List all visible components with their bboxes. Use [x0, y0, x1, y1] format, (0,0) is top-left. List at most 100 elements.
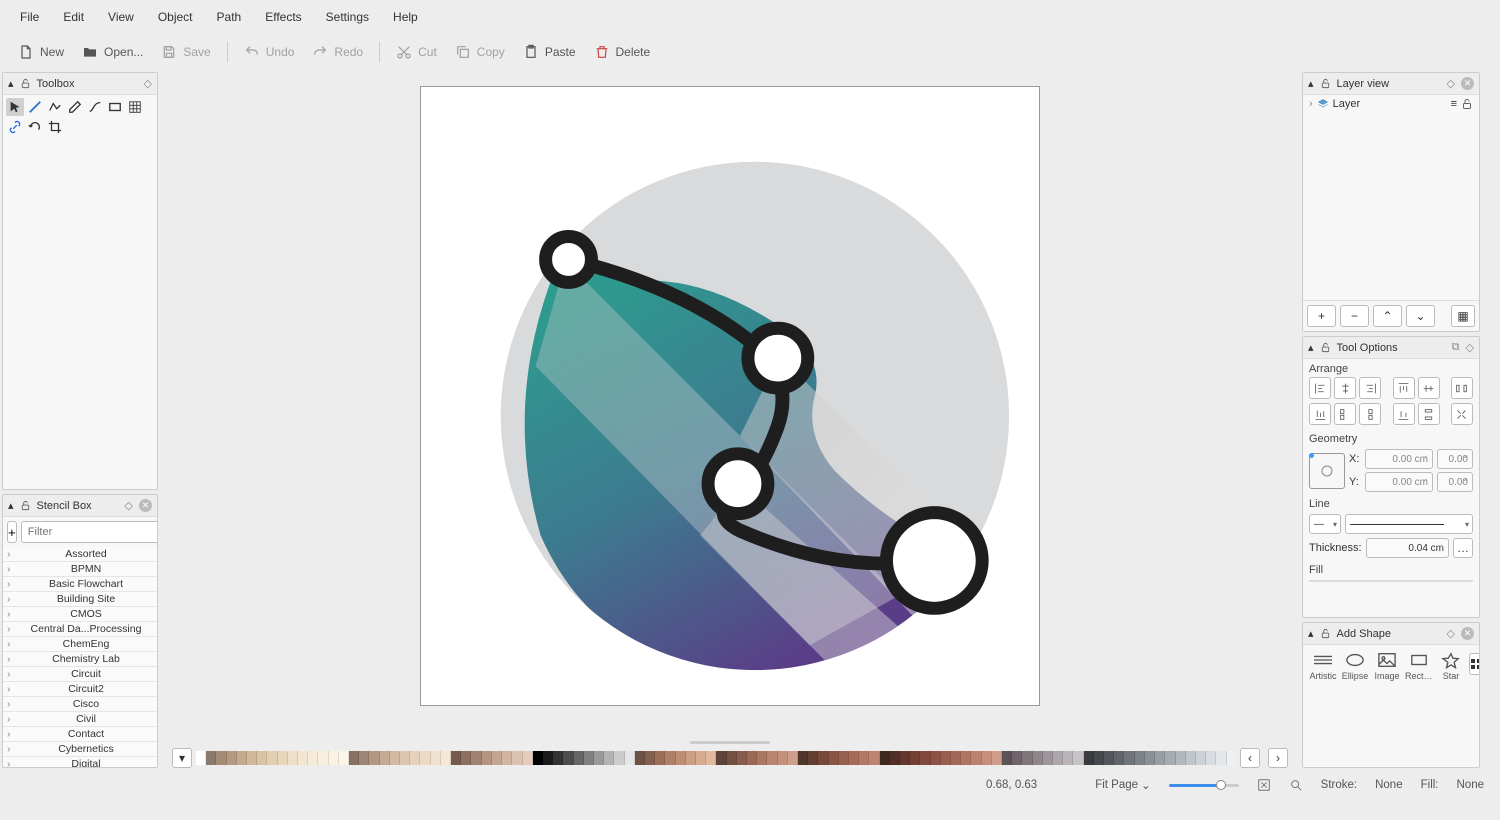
panel-menu-icon[interactable]: ◇ [125, 499, 133, 512]
swatch[interactable] [1196, 751, 1206, 765]
swatch[interactable] [931, 751, 941, 765]
swatch[interactable] [482, 751, 492, 765]
swatch[interactable] [1033, 751, 1043, 765]
swatch[interactable] [1216, 751, 1226, 765]
swatch[interactable] [318, 751, 328, 765]
stencil-item[interactable]: ›Central Da...Processing [3, 622, 157, 637]
swatch[interactable] [676, 751, 686, 765]
swatch[interactable] [1043, 751, 1053, 765]
collapse-icon[interactable]: ▴ [1308, 77, 1314, 90]
stencil-item[interactable]: ›Contact [3, 727, 157, 742]
align-top-button[interactable] [1393, 377, 1415, 399]
swatch[interactable] [737, 751, 747, 765]
w-input[interactable]: 0.00 [1437, 449, 1473, 469]
swatch[interactable] [227, 751, 237, 765]
menu-edit[interactable]: Edit [53, 4, 94, 30]
tool-crop[interactable] [46, 118, 64, 136]
stroke-value[interactable]: None [1375, 779, 1403, 791]
collapse-icon[interactable]: ▴ [1308, 341, 1314, 354]
collapse-icon[interactable]: ▴ [1308, 627, 1314, 640]
swatch[interactable] [267, 751, 277, 765]
layer-add-button[interactable]: + [1307, 305, 1336, 327]
open-button[interactable]: Open... [74, 39, 151, 65]
swatch[interactable] [961, 751, 971, 765]
swatch[interactable] [982, 751, 992, 765]
swatch[interactable] [818, 751, 828, 765]
shapes-more-button[interactable] [1469, 653, 1479, 675]
layer-menu-icon[interactable]: ≡ [1451, 98, 1457, 110]
swatch[interactable] [461, 751, 471, 765]
menu-file[interactable]: File [10, 4, 49, 30]
h-input[interactable]: 0.00 [1437, 472, 1473, 492]
expand-icon[interactable]: › [1309, 98, 1313, 110]
swatch[interactable] [716, 751, 726, 765]
swatch[interactable] [492, 751, 502, 765]
layer-up-button[interactable]: ⌃ [1373, 305, 1402, 327]
menu-effects[interactable]: Effects [255, 4, 311, 30]
x-input[interactable]: 0.00 cm [1365, 449, 1433, 469]
swatch[interactable] [696, 751, 706, 765]
swatch[interactable] [890, 751, 900, 765]
swatch[interactable] [757, 751, 767, 765]
swatch[interactable] [839, 751, 849, 765]
panel-menu-icon[interactable]: ◇ [1466, 341, 1474, 354]
swatch[interactable] [788, 751, 798, 765]
dist-left-button[interactable] [1334, 403, 1356, 425]
fit-page-button[interactable]: Fit Page ⌄ [1095, 778, 1150, 792]
swatch[interactable] [1114, 751, 1124, 765]
swatch[interactable] [308, 751, 318, 765]
thickness-more-button[interactable]: … [1453, 538, 1473, 558]
swatch[interactable] [1145, 751, 1155, 765]
tool-options-header[interactable]: ▴ Tool Options ⧉ ◇ [1303, 337, 1479, 359]
swatch[interactable] [471, 751, 481, 765]
swatch[interactable] [563, 751, 573, 765]
panel-menu-icon[interactable]: ◇ [1447, 77, 1455, 90]
swatch[interactable] [778, 751, 788, 765]
shape-artistic[interactable]: Artistic [1309, 651, 1337, 681]
menu-view[interactable]: View [98, 4, 144, 30]
stencil-item[interactable]: ›Cybernetics [3, 742, 157, 757]
swatch[interactable] [920, 751, 930, 765]
new-button[interactable]: New [10, 39, 72, 65]
swatch[interactable] [808, 751, 818, 765]
dist-bottom-button[interactable] [1393, 403, 1415, 425]
tool-grid[interactable] [126, 98, 144, 116]
page[interactable] [420, 86, 1040, 706]
menu-help[interactable]: Help [383, 4, 428, 30]
swatch[interactable] [298, 751, 308, 765]
swatch[interactable] [1053, 751, 1063, 765]
swatch[interactable] [767, 751, 777, 765]
swatch[interactable] [400, 751, 410, 765]
swatch[interactable] [247, 751, 257, 765]
swatch[interactable] [1165, 751, 1175, 765]
layer-grid-button[interactable]: ▦ [1451, 305, 1475, 327]
swatch-prev-button[interactable]: ▾ [172, 748, 192, 768]
dist-v-button[interactable] [1418, 403, 1440, 425]
swatch[interactable] [686, 751, 696, 765]
swatch-scroll-left[interactable]: ‹ [1240, 748, 1260, 768]
zoom-slider[interactable] [1169, 784, 1239, 787]
ungroup-button[interactable] [1451, 403, 1473, 425]
line-start-combo[interactable]: — [1309, 514, 1341, 534]
swatch[interactable] [420, 751, 430, 765]
swatch[interactable] [369, 751, 379, 765]
tool-curve[interactable] [86, 98, 104, 116]
swatch[interactable] [257, 751, 267, 765]
swatch[interactable] [1186, 751, 1196, 765]
swatch[interactable] [798, 751, 808, 765]
swatch[interactable] [604, 751, 614, 765]
stencil-filter-input[interactable] [21, 521, 157, 543]
swatch[interactable] [1073, 751, 1083, 765]
layer-remove-button[interactable]: − [1340, 305, 1369, 327]
swatch[interactable] [1135, 751, 1145, 765]
tool-pencil[interactable] [66, 98, 84, 116]
thickness-input[interactable]: 0.04 cm [1366, 538, 1449, 558]
stencil-item[interactable]: ›Digital [3, 757, 157, 767]
swatch[interactable] [329, 751, 339, 765]
swatch[interactable] [288, 751, 298, 765]
fill-value[interactable]: None [1457, 779, 1485, 791]
align-center-h-button[interactable] [1334, 377, 1356, 399]
stencil-item[interactable]: ›Cisco [3, 697, 157, 712]
stencil-header[interactable]: ▴ Stencil Box ◇ ✕ [3, 495, 157, 517]
swatch[interactable] [390, 751, 400, 765]
